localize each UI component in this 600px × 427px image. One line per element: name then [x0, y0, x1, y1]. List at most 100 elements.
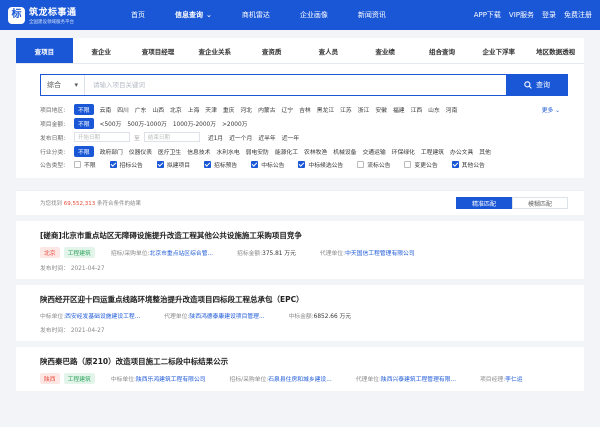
field-value[interactable]: 石泉县住房和城乡建设... [268, 374, 332, 383]
filter-option[interactable]: 黑龙江 [317, 105, 334, 114]
filter-option[interactable]: 辽宁 [282, 105, 294, 114]
filter-option[interactable]: 广东 [135, 105, 147, 114]
search-tab[interactable]: 查人员 [300, 38, 357, 63]
filter-option[interactable]: 弱电安防 [246, 147, 269, 156]
start-date-input[interactable]: 开始日期 [74, 132, 130, 142]
filter-chip-unlimited[interactable]: 不限 [74, 103, 94, 115]
filter-option[interactable]: 医疗卫生 [158, 147, 181, 156]
filter-option[interactable]: 1000万-2000万 [173, 119, 216, 128]
filter-option[interactable]: 浙江 [358, 105, 370, 114]
filter-option[interactable]: 信息技术 [187, 147, 210, 156]
field-value[interactable]: 李仁运 [505, 374, 522, 383]
filter-option[interactable]: <500万 [100, 119, 122, 128]
header-link[interactable]: 登录 [542, 10, 556, 20]
field-value[interactable]: 陕西鸿德泰康建设项目管理... [189, 311, 264, 320]
filter-option[interactable]: 环保绿化 [392, 147, 415, 156]
result-title[interactable]: [磋商]北京市重点站区无障碍设施提升改造工程其他公共设施施工采购项目竞争 [40, 230, 560, 241]
filter-option[interactable]: 政府部门 [100, 147, 123, 156]
more-link[interactable]: 更多 ⌄ [542, 105, 560, 114]
search-input[interactable] [85, 75, 506, 95]
checkbox-icon [109, 160, 117, 168]
filter-option[interactable]: 江苏 [340, 105, 352, 114]
filter-option[interactable]: 农林牧渔 [304, 147, 327, 156]
filter-option[interactable]: 其他 [479, 147, 491, 156]
result-item[interactable]: 陕西秦巴路（原210）改造项目施工二标段中标结果公示 陕西 工程建筑 中标单位: 陕西乐… [16, 347, 584, 391]
field-value[interactable]: 陕西乐鸿建筑工程有限公司 [136, 374, 206, 383]
filter-option[interactable]: 近一个月 [229, 133, 252, 142]
field-value[interactable]: 西安经发基础设施建设工程... [65, 311, 140, 320]
match-mode-button[interactable]: 精准匹配 [456, 197, 512, 209]
filter-option[interactable]: 北京 [170, 105, 182, 114]
filter-option[interactable]: 天津 [205, 105, 217, 114]
filter-option[interactable]: 近半年 [258, 133, 275, 142]
filter-option[interactable]: 河北 [240, 105, 252, 114]
result-item[interactable]: 陕西经开区迎十四运重点线路环境整治提升改造项目四标段工程总承包（EPC） 中标单位… [16, 285, 584, 341]
filter-option[interactable]: 近1月 [208, 133, 223, 142]
search-tab[interactable]: 查资质 [243, 38, 300, 63]
search-tab[interactable]: 查项目经理 [130, 38, 187, 63]
filter-option[interactable]: 山东 [428, 105, 440, 114]
filter-option[interactable]: 近一年 [282, 133, 299, 142]
filter-option[interactable]: 吉林 [299, 105, 311, 114]
filter-option[interactable]: 四川 [117, 105, 129, 114]
filter-chip-unlimited[interactable]: 不限 [74, 145, 94, 157]
nav-item[interactable]: 商机雷达 [227, 0, 285, 30]
announce-checkbox[interactable]: 不限 [74, 160, 96, 169]
filter-option[interactable]: 500万-1000万 [127, 119, 167, 128]
header-link[interactable]: 免费注册 [564, 10, 592, 20]
announce-checkbox[interactable]: 拟建项目 [156, 160, 190, 169]
search-tab[interactable]: 查企业关系 [186, 38, 243, 63]
match-mode-button[interactable]: 模糊匹配 [512, 197, 568, 209]
search-category-select[interactable]: 综合 ▾ [41, 75, 85, 95]
announce-checkbox[interactable]: 招标预告 [204, 160, 237, 169]
filter-option[interactable]: 能源化工 [275, 147, 298, 156]
announce-checkbox[interactable]: 其他公告 [451, 160, 485, 169]
search-tab[interactable]: 查业绩 [357, 38, 414, 63]
filter-option[interactable]: 上海 [188, 105, 200, 114]
filter-option[interactable]: 重庆 [223, 105, 235, 114]
filter-option[interactable]: 河南 [446, 105, 458, 114]
filter-option[interactable]: 福建 [393, 105, 405, 114]
filter-option[interactable]: >2000万 [222, 119, 247, 128]
filter-option[interactable]: 安徽 [375, 105, 387, 114]
search-button[interactable]: 查询 [506, 74, 568, 96]
filter-option[interactable]: 水利水电 [216, 147, 239, 156]
filter-option[interactable]: 江西 [411, 105, 423, 114]
filter-option[interactable]: 交通运输 [362, 147, 385, 156]
header-link[interactable]: VIP服务 [509, 10, 534, 20]
field-value[interactable]: 陕西兴泰建筑工程管理有限... [381, 374, 456, 383]
nav-item[interactable]: 企业画像 [285, 0, 343, 30]
result-title[interactable]: 陕西秦巴路（原210）改造项目施工二标段中标结果公示 [40, 356, 560, 367]
search-tab[interactable]: 地区数据透视 [527, 38, 584, 63]
result-item[interactable]: [磋商]北京市重点站区无障碍设施提升改造工程其他公共设施施工采购项目竞争 北京 工程… [16, 221, 584, 279]
search-tab[interactable]: 组合查询 [414, 38, 471, 63]
filter-option[interactable]: 办公文具 [450, 147, 473, 156]
field-value[interactable]: 北京市重点站区综合管... [150, 248, 214, 257]
result-title[interactable]: 陕西经开区迎十四运重点线路环境整治提升改造项目四标段工程总承包（EPC） [40, 294, 560, 305]
nav-item[interactable]: 信息查询 ⌄ [160, 0, 227, 30]
end-date-input[interactable]: 结束日期 [143, 132, 200, 142]
announce-checkbox[interactable]: 变更公告 [404, 160, 438, 169]
logo[interactable]: 标 筑龙标事通 全国建设领域服务平台 [8, 5, 108, 25]
field-value[interactable]: 中天国信工程管理有限公司 [345, 248, 415, 257]
search-tab[interactable]: 企业下浮率 [470, 38, 527, 63]
announce-checkbox[interactable]: 流标公告 [357, 160, 390, 169]
filter-option[interactable]: 云南 [100, 105, 112, 114]
search-tab[interactable]: 查企业 [73, 38, 130, 63]
filter-option[interactable]: 工程建筑 [421, 147, 444, 156]
announce-checkbox[interactable]: 招标公告 [109, 160, 143, 169]
announce-checkbox[interactable]: 中标公告 [251, 160, 284, 169]
nav-item[interactable]: 首页 [116, 0, 160, 30]
filter-announce-type: 公告类型: 不限 招标公告 拟建项目 招标预告 中标公告 中标候选公告 流标公告 变更公告 其他公… [16, 158, 584, 178]
search-tab[interactable]: 查项目 [16, 38, 73, 63]
filter-option[interactable]: 内蒙古 [258, 105, 275, 114]
nav-item[interactable]: 新闻资讯 [343, 0, 401, 30]
filter-chip-unlimited[interactable]: 不限 [74, 117, 94, 129]
filter-option[interactable]: 山西 [152, 105, 164, 114]
announce-checkbox[interactable]: 中标候选公告 [298, 160, 343, 169]
header-link[interactable]: APP下载 [474, 10, 501, 20]
result-field: 项目经理: 李仁运 [480, 374, 523, 383]
logo-title: 筑龙标事通 [29, 8, 77, 18]
filter-option[interactable]: 机械设备 [333, 147, 356, 156]
filter-option[interactable]: 仪器仪表 [129, 147, 152, 156]
